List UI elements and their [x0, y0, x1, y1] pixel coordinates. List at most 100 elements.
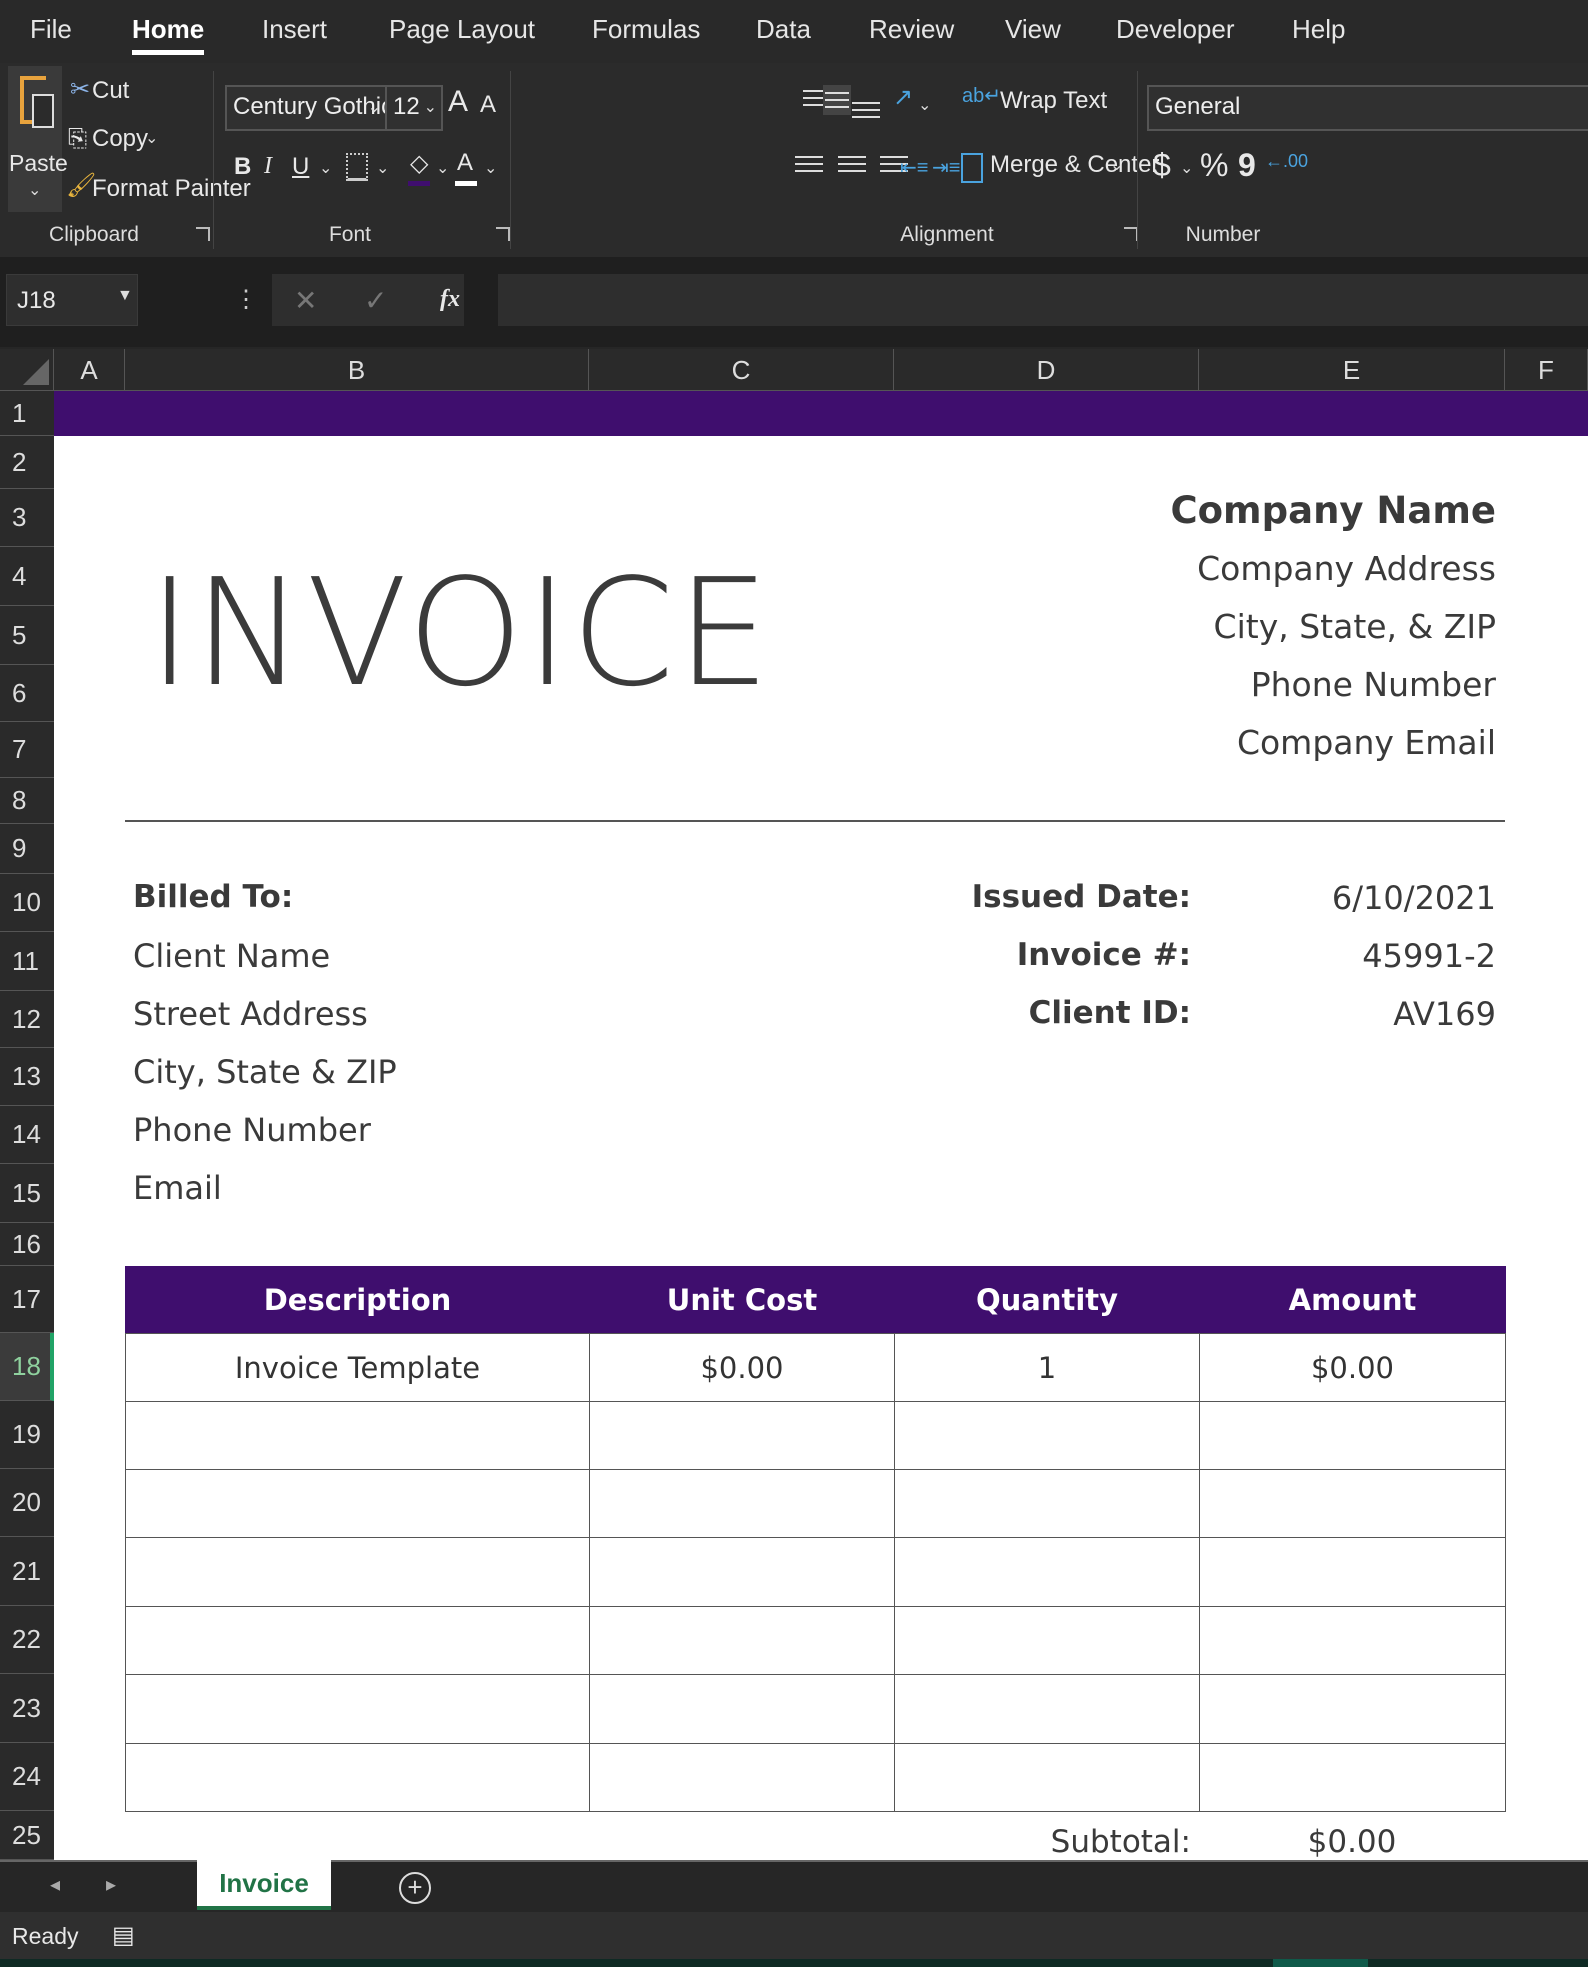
- accessibility-icon[interactable]: ▤: [112, 1921, 135, 1950]
- row-header-14[interactable]: 14: [0, 1106, 54, 1164]
- table-cell[interactable]: [125, 1606, 590, 1675]
- client-name[interactable]: Client Name: [133, 937, 330, 975]
- underline-button[interactable]: U: [292, 153, 309, 181]
- paste-button[interactable]: Paste ⌄: [8, 66, 68, 212]
- table-cell[interactable]: [894, 1537, 1200, 1607]
- copy-dropdown[interactable]: ⌄: [145, 128, 158, 148]
- row-header-8[interactable]: 8: [0, 778, 54, 824]
- table-cell[interactable]: [125, 1674, 590, 1744]
- table-cell[interactable]: [589, 1401, 895, 1470]
- table-cell[interactable]: [125, 1401, 590, 1470]
- table-cell[interactable]: [125, 1743, 590, 1812]
- table-cell[interactable]: [1199, 1537, 1506, 1607]
- decrease-indent-icon[interactable]: ⇤≡: [900, 155, 928, 180]
- increase-font-button[interactable]: A: [448, 85, 468, 119]
- row-header-7[interactable]: 7: [0, 722, 54, 778]
- row-header-25[interactable]: 25: [0, 1811, 54, 1860]
- column-header-A[interactable]: A: [54, 349, 125, 391]
- column-header-D[interactable]: D: [894, 349, 1199, 391]
- tab-insert[interactable]: Insert: [262, 14, 327, 45]
- underline-dropdown[interactable]: ⌄: [319, 158, 332, 178]
- row-header-18[interactable]: 18: [0, 1333, 54, 1401]
- tab-review[interactable]: Review: [869, 14, 954, 45]
- scroll-right-icon[interactable]: ▸: [106, 1872, 116, 1897]
- formula-input[interactable]: [498, 274, 1588, 326]
- more-icon[interactable]: ⋮: [234, 285, 258, 314]
- table-cell[interactable]: 1: [894, 1333, 1200, 1402]
- table-cell[interactable]: [1199, 1401, 1506, 1470]
- column-header-C[interactable]: C: [589, 349, 894, 391]
- borders-button[interactable]: [346, 153, 368, 181]
- row-header-5[interactable]: 5: [0, 606, 54, 665]
- table-cell[interactable]: [894, 1401, 1200, 1470]
- merge-dropdown[interactable]: ⌄: [1110, 155, 1123, 175]
- company-name[interactable]: Company Name: [1170, 489, 1496, 532]
- wrap-text-button[interactable]: Wrap Text: [1000, 87, 1107, 115]
- tab-page-layout[interactable]: Page Layout: [389, 14, 535, 45]
- fill-color-icon[interactable]: ◇: [410, 149, 428, 178]
- cancel-icon[interactable]: ✕: [294, 284, 317, 317]
- add-sheet-icon[interactable]: +: [399, 1872, 431, 1904]
- client-id-value[interactable]: AV169: [1393, 995, 1496, 1033]
- align-left-icon[interactable]: [795, 151, 823, 177]
- table-cell[interactable]: [589, 1606, 895, 1675]
- fill-color-dropdown[interactable]: ⌄: [436, 158, 449, 178]
- table-cell[interactable]: $0.00: [1199, 1333, 1506, 1402]
- row-header-11[interactable]: 11: [0, 932, 54, 991]
- row-header-23[interactable]: 23: [0, 1674, 54, 1743]
- tab-developer[interactable]: Developer: [1116, 14, 1235, 45]
- row-header-17[interactable]: 17: [0, 1266, 54, 1333]
- client-email[interactable]: Email: [133, 1169, 222, 1207]
- row-header-19[interactable]: 19: [0, 1401, 54, 1469]
- merge-center-button[interactable]: Merge & Center: [990, 151, 1159, 179]
- tab-formulas[interactable]: Formulas: [592, 14, 700, 45]
- select-all-button[interactable]: [0, 349, 54, 391]
- align-center-icon[interactable]: [838, 151, 866, 177]
- row-header-15[interactable]: 15: [0, 1164, 54, 1223]
- cut-button[interactable]: Cut: [92, 77, 129, 105]
- orientation-icon[interactable]: ↗: [893, 83, 913, 112]
- name-box[interactable]: J18 ▼: [6, 274, 138, 326]
- tab-home[interactable]: Home: [132, 14, 205, 55]
- enter-icon[interactable]: ✓: [364, 284, 387, 317]
- dialog-launcher-icon[interactable]: [496, 227, 510, 241]
- scroll-left-icon[interactable]: ◂: [50, 1872, 60, 1897]
- table-cell[interactable]: [589, 1537, 895, 1607]
- client-street[interactable]: Street Address: [133, 995, 368, 1033]
- table-cell[interactable]: [894, 1674, 1200, 1744]
- column-header-E[interactable]: E: [1199, 349, 1505, 391]
- tab-view[interactable]: View: [1005, 14, 1061, 45]
- table-cell[interactable]: [1199, 1674, 1506, 1744]
- table-cell[interactable]: [125, 1537, 590, 1607]
- decrease-font-button[interactable]: A: [480, 91, 496, 119]
- table-cell[interactable]: [1199, 1606, 1506, 1675]
- row-header-20[interactable]: 20: [0, 1469, 54, 1537]
- currency-button[interactable]: $: [1153, 147, 1171, 184]
- worksheet[interactable]: ABCDEF 1 2 3 4 5 6 7 8 9 10 11 12 13 14 15 16 17 18 19 20 21…: [0, 349, 1588, 1860]
- tab-file[interactable]: File: [30, 14, 72, 45]
- table-cell[interactable]: [589, 1743, 895, 1812]
- table-cell[interactable]: [894, 1743, 1200, 1812]
- row-header-13[interactable]: 13: [0, 1048, 54, 1106]
- sheet-tab-invoice[interactable]: Invoice: [197, 1860, 331, 1910]
- company-email[interactable]: Company Email: [1237, 723, 1496, 762]
- table-cell[interactable]: [1199, 1743, 1506, 1812]
- company-phone[interactable]: Phone Number: [1251, 665, 1496, 704]
- dialog-launcher-icon[interactable]: [1124, 227, 1138, 241]
- row-header-16[interactable]: 16: [0, 1223, 54, 1266]
- align-middle-icon[interactable]: [823, 85, 851, 115]
- comma-style-button[interactable]: 9: [1238, 147, 1256, 184]
- row-header-1[interactable]: 1: [0, 391, 54, 436]
- row-header-12[interactable]: 12: [0, 991, 54, 1048]
- table-cell[interactable]: Invoice Template: [125, 1333, 590, 1402]
- copy-button[interactable]: Copy: [92, 125, 148, 153]
- row-header-9[interactable]: 9: [0, 824, 54, 874]
- client-city[interactable]: City, State & ZIP: [133, 1053, 397, 1091]
- table-cell[interactable]: $0.00: [589, 1333, 895, 1402]
- row-header-3[interactable]: 3: [0, 489, 54, 547]
- row-header-6[interactable]: 6: [0, 665, 54, 722]
- table-cell[interactable]: [589, 1674, 895, 1744]
- tab-data[interactable]: Data: [756, 14, 811, 45]
- company-address[interactable]: Company Address: [1197, 549, 1496, 588]
- table-cell[interactable]: [894, 1606, 1200, 1675]
